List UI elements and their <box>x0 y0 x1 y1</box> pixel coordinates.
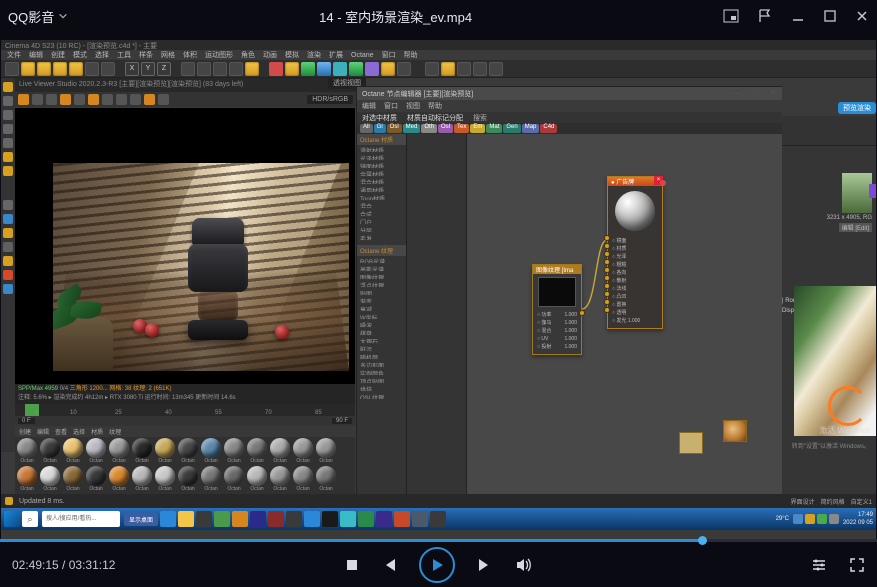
c4d-left-tools <box>1 78 15 452</box>
volume-button[interactable] <box>515 557 533 573</box>
image-texture-node: 图像纹理 [Ima ○ 功率 1.000○ 伽马 1.000○ 混合 1.000… <box>532 264 582 355</box>
time-display: 02:49:15 / 03:31:12 <box>12 558 115 572</box>
node-min-icon: — <box>728 87 746 100</box>
timeline: 5102540557085 0 F90 F <box>15 404 355 426</box>
app-name[interactable]: QQ影音 <box>8 7 68 26</box>
live-viewer-toolbar: HDR/sRGB 透视视图 <box>15 92 356 107</box>
render-status: SPP/Max 4959 0/4 三角形 1200... 网格: 38 纹理: … <box>15 384 355 404</box>
windows-taskbar: ⌕ 搜人/搜应用/看热... 显示桌面 29°C 17:492022 09 05 <box>1 508 876 530</box>
stop-button[interactable] <box>345 558 359 572</box>
texture-thumbnail-node <box>723 420 747 442</box>
video-content: Cinema 4D S23 (10 RC) - [渲染预览.c4d *] - 主… <box>1 40 876 542</box>
live-viewer-title: Live Viewer Studio 2020.2.3-R3 [主要][渲染预览… <box>15 78 356 92</box>
minimize-icon[interactable] <box>791 9 805 23</box>
node-canvas: ● 广告牌 × ○ 镜面○ 材质○ 光泽○ 粗糙○ 各向○ 散射○ 法线○ 凸凹… <box>467 134 782 515</box>
next-button[interactable] <box>477 557 493 573</box>
node-editor-window: Octane 节点编辑器 [主要][渲染预览] —□✕ 编辑窗口视图帮助 对选中… <box>356 86 782 516</box>
material-node: ● 广告牌 × ○ 镜面○ 材质○ 光泽○ 粗糙○ 各向○ 散射○ 法线○ 凸凹… <box>607 176 663 329</box>
chevron-down-icon <box>58 11 68 21</box>
texture-thumbnail-node <box>679 432 703 454</box>
play-button[interactable] <box>419 547 455 583</box>
render-viewport <box>15 108 355 384</box>
c4d-title: Cinema 4D S23 (10 RC) - [渲染预览.c4d *] - 主… <box>1 40 876 50</box>
node-close-icon: ✕ <box>764 87 782 100</box>
blue-badge: 预览渲染 <box>838 102 876 114</box>
pip-icon[interactable] <box>723 8 739 24</box>
c4d-menubar: 文件编辑创建模式选择工具样条网格体积运动图形角色动画模拟渲染扩展Octane窗口… <box>1 50 876 60</box>
window-title: 14 - 室内场景渲染_ev.mp4 <box>68 7 723 26</box>
material-browser: 创建编辑查看选择材质纹理 OctanOctanOctanOctanOctanOc… <box>15 426 355 494</box>
close-icon[interactable] <box>855 9 869 23</box>
node-max-icon: □ <box>746 87 764 100</box>
maximize-icon[interactable] <box>823 9 837 23</box>
prev-button[interactable] <box>381 557 397 573</box>
c4d-statusbar: Updated 8 ms. 界面设计 简约风格 自定义1 <box>1 494 876 508</box>
fullscreen-button[interactable] <box>849 557 865 573</box>
flag-icon[interactable] <box>757 8 773 24</box>
settings-button[interactable] <box>811 557 827 573</box>
c4d-toolbar: XYZ <box>1 60 876 78</box>
